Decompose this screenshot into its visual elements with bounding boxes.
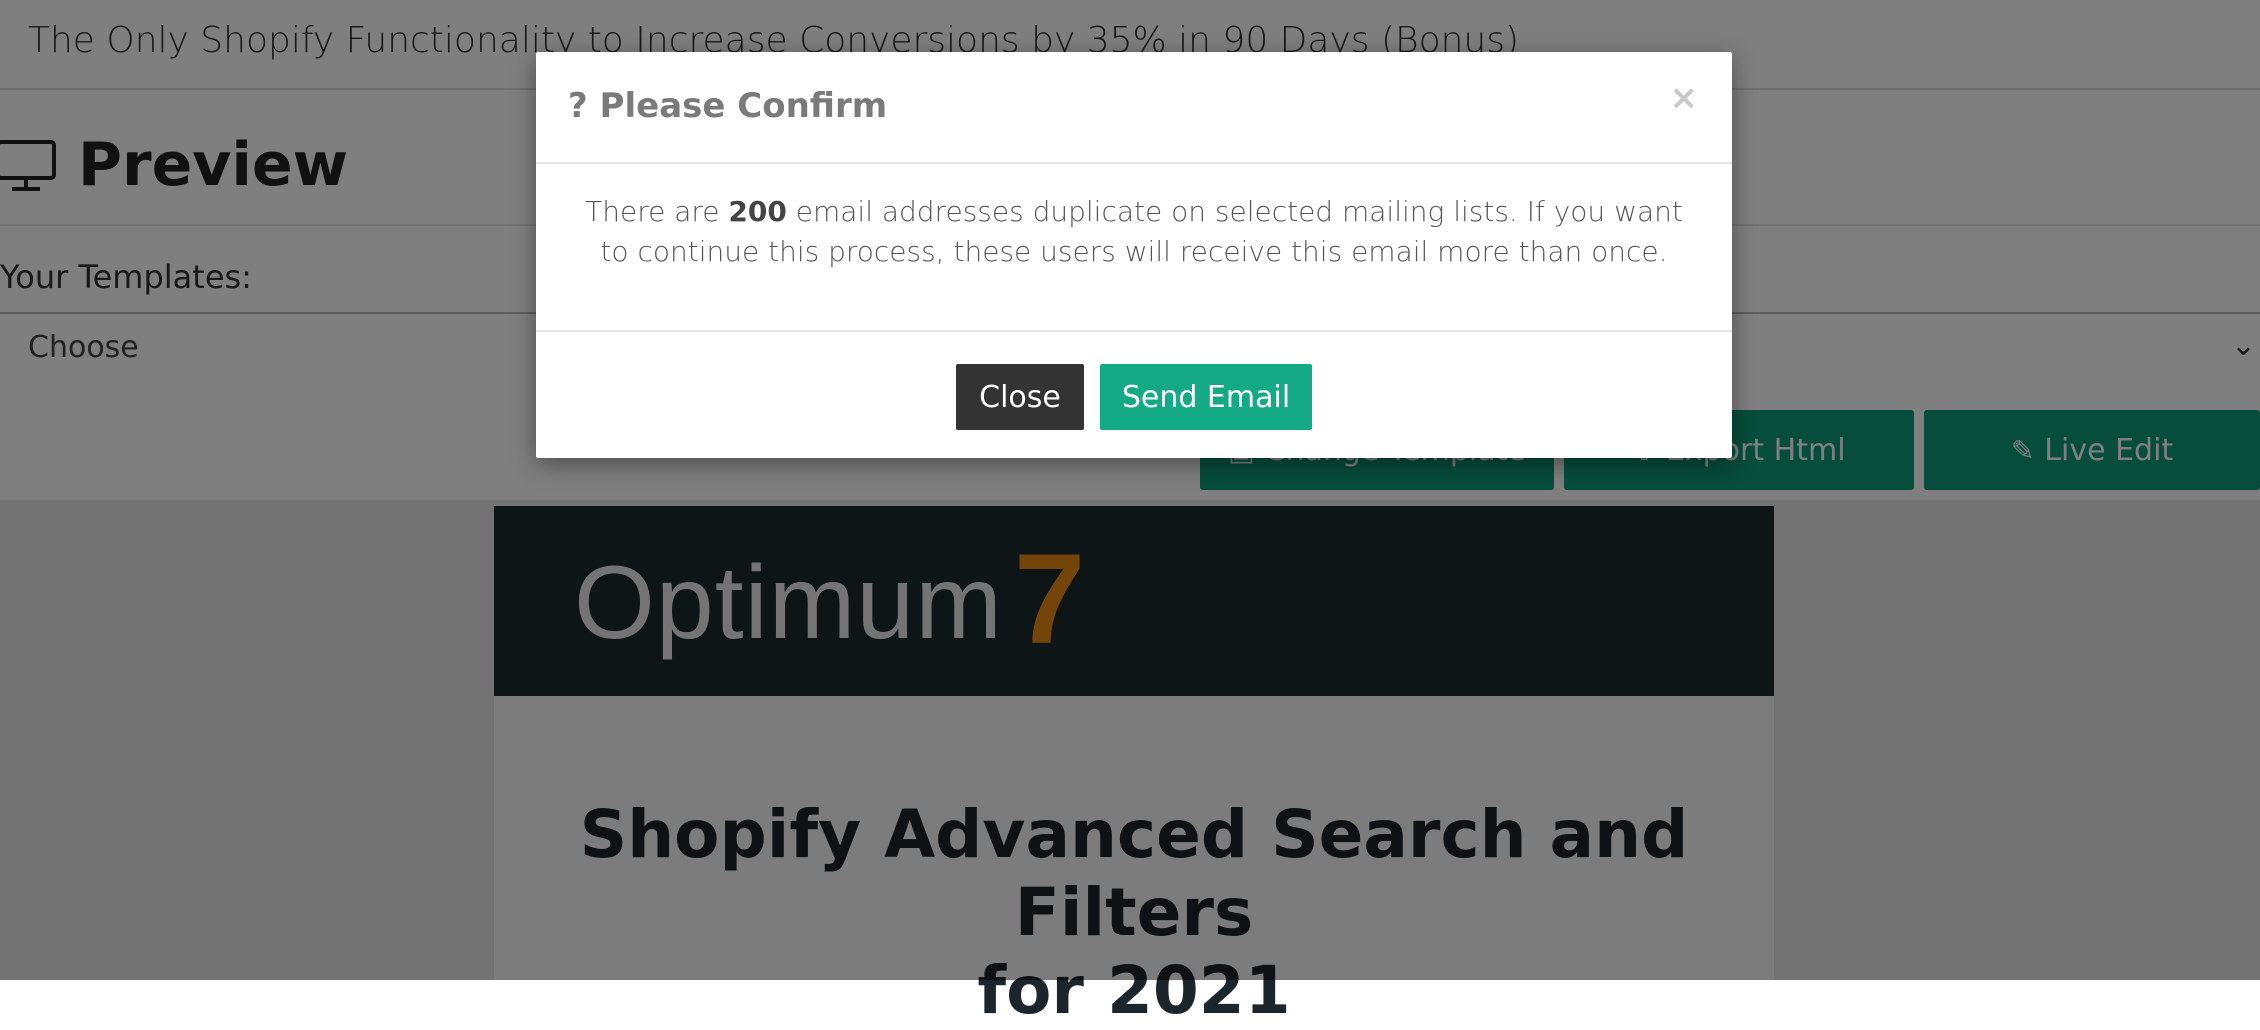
send-email-button[interactable]: Send Email: [1100, 364, 1312, 430]
confirm-dialog: ? Please Confirm × There are 200 email a…: [536, 52, 1732, 458]
dialog-footer: Close Send Email: [536, 330, 1732, 460]
dialog-message: There are 200 email addresses duplicate …: [576, 192, 1692, 272]
close-icon[interactable]: ×: [1670, 78, 1699, 118]
message-pre: There are: [585, 195, 729, 228]
email-compose-page: The Only Shopify Functionality to Increa…: [0, 0, 2260, 1029]
duplicate-count: 200: [728, 195, 787, 228]
dialog-header: ? Please Confirm ×: [536, 52, 1732, 164]
close-button[interactable]: Close: [956, 364, 1084, 430]
dialog-title: ? Please Confirm: [568, 86, 888, 126]
